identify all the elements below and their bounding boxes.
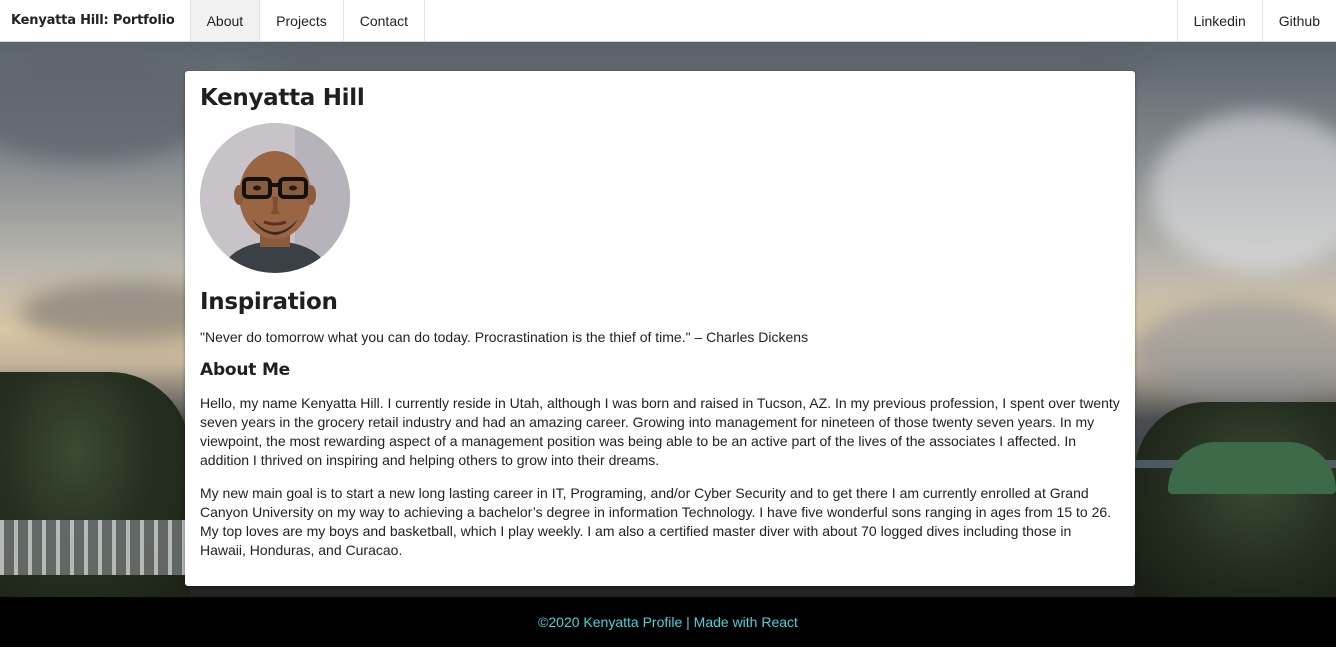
inspiration-quote: "Never do tomorrow what you can do today… <box>200 329 809 345</box>
nav-item-about[interactable]: About <box>190 0 261 41</box>
avatar-portrait <box>200 123 350 273</box>
nav-item-projects[interactable]: Projects <box>260 0 344 41</box>
about-paragraph-2: My new main goal is to start a new long … <box>200 485 1112 558</box>
background-trees-right <box>1135 402 1336 597</box>
nav-right-group: Linkedin Github <box>1176 0 1336 41</box>
about-paragraph-1: Hello, my name Kenyatta Hill. I currentl… <box>200 395 1120 468</box>
background-umbrella <box>1168 442 1336 494</box>
background-cloud <box>1130 302 1336 402</box>
inspiration-heading: Inspiration <box>200 289 338 315</box>
about-me-heading: About Me <box>200 360 290 380</box>
nav-item-contact[interactable]: Contact <box>344 0 425 41</box>
profile-card: Kenyatta Hill Inspiration "Never do tomo… <box>185 71 1135 586</box>
avatar <box>200 123 350 273</box>
brand-link[interactable]: Kenyatta Hill: Portfolio <box>0 0 191 41</box>
background-cloud <box>1150 112 1336 272</box>
nav-item-github[interactable]: Github <box>1261 0 1336 41</box>
top-navbar: Kenyatta Hill: Portfolio About Projects … <box>0 0 1336 42</box>
background-railing <box>0 520 185 575</box>
footer-text: ©2020 Kenyatta Profile | Made with React <box>538 614 798 630</box>
footer: ©2020 Kenyatta Profile | Made with React <box>0 597 1336 647</box>
profile-name: Kenyatta Hill <box>200 85 365 111</box>
nav-item-linkedin[interactable]: Linkedin <box>1176 0 1262 41</box>
